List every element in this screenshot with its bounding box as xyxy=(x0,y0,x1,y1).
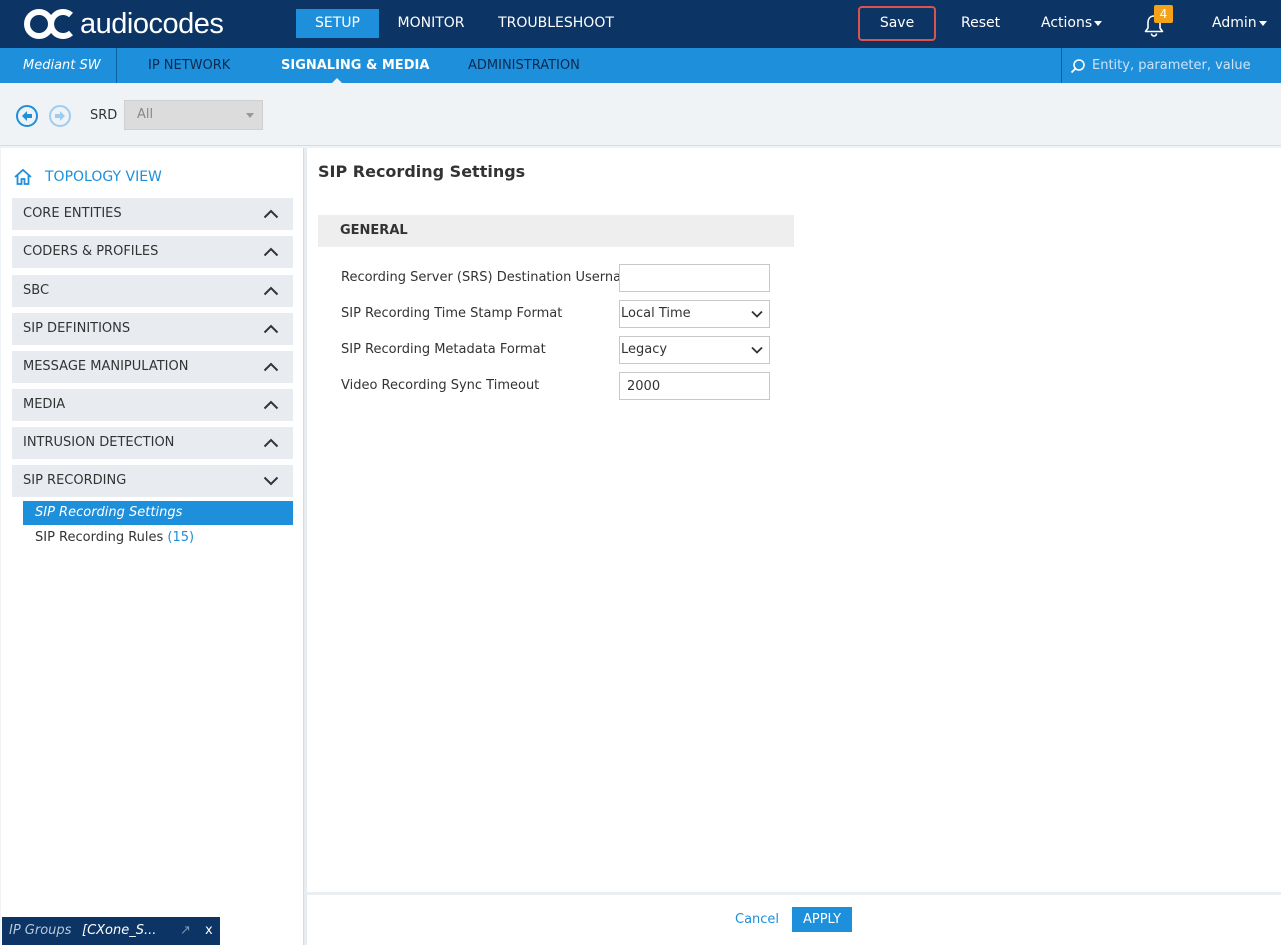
product-name: Mediant SW xyxy=(0,48,117,83)
recent-page-value: [CXone_S... xyxy=(82,923,157,938)
footer-divider xyxy=(307,892,1281,895)
group-coders-profiles[interactable]: CODERS & PROFILES xyxy=(12,236,293,268)
group-media[interactable]: MEDIA xyxy=(12,389,293,421)
timestamp-format-select[interactable]: Local Time xyxy=(619,300,770,328)
logo-mark-icon xyxy=(24,9,73,39)
actions-label: Actions xyxy=(1041,15,1093,31)
main-content: SIP Recording Settings GENERAL Recording… xyxy=(307,148,1281,945)
metadata-format-label: SIP Recording Metadata Format xyxy=(341,342,546,357)
chevron-up-icon xyxy=(263,286,279,296)
tab-setup[interactable]: SETUP xyxy=(296,9,379,38)
tab-administration[interactable]: ADMINISTRATION xyxy=(468,48,580,83)
chevron-up-icon xyxy=(263,324,279,334)
admin-label: Admin xyxy=(1212,15,1257,31)
group-label: MEDIA xyxy=(23,397,66,412)
group-core-entities[interactable]: CORE ENTITIES xyxy=(12,198,293,230)
search-box xyxy=(1061,48,1281,83)
group-label: SIP DEFINITIONS xyxy=(23,321,131,336)
metadata-format-select[interactable]: Legacy xyxy=(619,336,770,364)
video-sync-timeout-input[interactable] xyxy=(619,372,770,400)
chevron-up-icon xyxy=(263,209,279,219)
tab-troubleshoot[interactable]: TROUBLESHOOT xyxy=(494,9,618,38)
video-sync-timeout-label: Video Recording Sync Timeout xyxy=(341,378,540,393)
item-count: (15) xyxy=(167,530,195,545)
save-button[interactable]: Save xyxy=(858,6,936,41)
srs-username-input[interactable] xyxy=(619,264,770,292)
cancel-button[interactable]: Cancel xyxy=(735,912,779,927)
tab-ip-network[interactable]: IP NETWORK xyxy=(148,48,230,83)
arrow-right-icon xyxy=(55,111,65,121)
group-label: INTRUSION DETECTION xyxy=(23,435,175,450)
group-sip-definitions[interactable]: SIP DEFINITIONS xyxy=(12,313,293,345)
group-sbc[interactable]: SBC xyxy=(12,275,293,307)
srs-username-label: Recording Server (SRS) Destination Usern… xyxy=(341,270,642,285)
group-label: SBC xyxy=(23,283,50,298)
topology-view-label: TOPOLOGY VIEW xyxy=(45,169,162,185)
page-title: SIP Recording Settings xyxy=(318,162,526,181)
srd-value: All xyxy=(137,107,154,122)
chevron-down-icon xyxy=(263,476,279,486)
section-title: GENERAL xyxy=(340,223,408,238)
group-label: SIP RECORDING xyxy=(23,473,127,488)
admin-menu[interactable]: Admin xyxy=(1212,15,1267,31)
menu-item-label: SIP Recording Settings xyxy=(35,505,183,520)
tab-monitor[interactable]: MONITOR xyxy=(388,9,474,38)
section-general: GENERAL xyxy=(318,215,794,247)
notification-badge[interactable]: 4 xyxy=(1154,5,1173,23)
group-label: CORE ENTITIES xyxy=(23,206,122,221)
srd-select[interactable]: All xyxy=(124,100,263,130)
forward-button[interactable] xyxy=(49,105,71,127)
sidebar-item-sip-recording-rules[interactable]: SIP Recording Rules (15) xyxy=(23,526,293,550)
srd-label: SRD xyxy=(90,108,118,123)
chevron-down-icon xyxy=(751,310,763,318)
sidebar-item-sip-recording-settings[interactable]: SIP Recording Settings xyxy=(23,501,293,525)
chevron-up-icon xyxy=(263,438,279,448)
timestamp-format-label: SIP Recording Time Stamp Format xyxy=(341,306,563,321)
home-icon xyxy=(14,168,32,185)
caret-down-icon xyxy=(246,113,254,118)
chevron-down-icon xyxy=(751,346,763,354)
group-intrusion-detection[interactable]: INTRUSION DETECTION xyxy=(12,427,293,459)
caret-down-icon xyxy=(1094,20,1103,26)
group-label: MESSAGE MANIPULATION xyxy=(23,359,189,374)
reset-button[interactable]: Reset xyxy=(961,15,1000,31)
menu-item-label: SIP Recording Rules xyxy=(35,530,164,545)
chevron-up-icon xyxy=(263,362,279,372)
navigation-tree: TOPOLOGY VIEW CORE ENTITIES CODERS & PRO… xyxy=(1,148,304,945)
toolbar: SRD All xyxy=(0,83,1281,146)
group-sip-recording[interactable]: SIP RECORDING xyxy=(12,465,293,497)
recent-page-tab[interactable]: IP Groups [CXone_S... ↗ x xyxy=(2,917,220,945)
recent-page-label: IP Groups xyxy=(9,923,72,938)
search-icon xyxy=(1070,59,1085,74)
actions-menu[interactable]: Actions xyxy=(1041,15,1103,31)
chevron-up-icon xyxy=(263,247,279,257)
close-tab-button[interactable]: x xyxy=(205,917,213,945)
topology-view-link[interactable]: TOPOLOGY VIEW xyxy=(13,167,162,187)
select-value: Local Time xyxy=(621,306,691,321)
top-bar: audiocodes SETUP MONITOR TROUBLESHOOT Sa… xyxy=(0,0,1281,48)
group-label: CODERS & PROFILES xyxy=(23,244,159,259)
open-arrow-icon[interactable]: ↗ xyxy=(180,917,191,945)
search-input[interactable] xyxy=(1092,54,1272,76)
secondary-nav: Mediant SW IP NETWORK SIGNALING & MEDIA … xyxy=(0,48,1281,83)
group-message-manipulation[interactable]: MESSAGE MANIPULATION xyxy=(12,351,293,383)
logo-text: audiocodes xyxy=(80,7,224,40)
select-value: Legacy xyxy=(621,342,668,357)
tab-signaling-media[interactable]: SIGNALING & MEDIA xyxy=(281,48,429,83)
arrow-left-icon xyxy=(22,111,32,121)
caret-down-icon xyxy=(1258,20,1267,26)
audiocodes-logo[interactable]: audiocodes xyxy=(24,6,224,42)
back-button[interactable] xyxy=(16,105,38,127)
apply-button[interactable]: APPLY xyxy=(792,907,852,932)
chevron-up-icon xyxy=(263,400,279,410)
